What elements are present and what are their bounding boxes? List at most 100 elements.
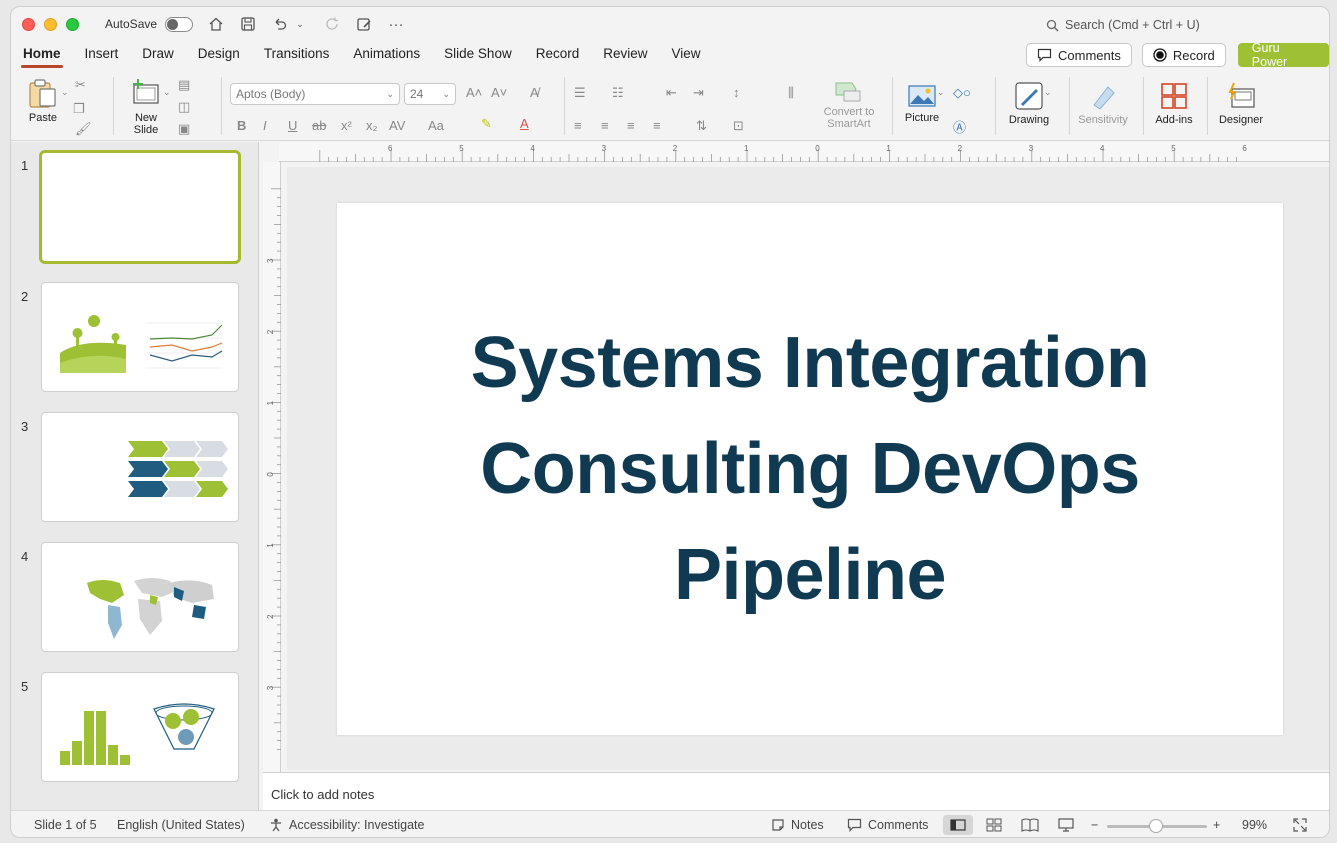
justify-icon[interactable]: ≡	[653, 118, 661, 133]
underline-button[interactable]: U	[288, 118, 297, 133]
increase-font-icon[interactable]: A˄	[466, 85, 482, 100]
picture-dropdown-icon[interactable]: ⌄	[937, 87, 945, 98]
zoom-slider-thumb[interactable]	[1149, 819, 1163, 833]
add-ins-button[interactable]: Add-ins	[1151, 81, 1197, 126]
text-box-icon[interactable]: Ⓐ	[953, 117, 966, 136]
slide-thumbnail-4[interactable]	[41, 542, 239, 652]
decrease-font-icon[interactable]: A˅	[491, 85, 507, 100]
font-size-select[interactable]: 24 ⌄	[404, 83, 456, 105]
paste-dropdown-icon[interactable]: ⌄	[61, 87, 69, 98]
undo-icon[interactable]	[271, 15, 289, 33]
shapes-icon[interactable]: ◇○	[953, 85, 971, 101]
customize-icon[interactable]	[355, 15, 373, 33]
redo-icon[interactable]	[323, 15, 341, 33]
tab-design[interactable]: Design	[186, 42, 252, 68]
slide-thumbnail-pane[interactable]: 1 2 3 4 5	[11, 142, 259, 810]
tab-view[interactable]: View	[660, 42, 713, 68]
reset-icon[interactable]: ◫	[178, 99, 190, 115]
slide-thumbnail-3[interactable]	[41, 412, 239, 522]
new-slide-dropdown-icon[interactable]: ⌄	[163, 87, 171, 98]
zoom-percent[interactable]: 99%	[1242, 818, 1267, 832]
align-center-icon[interactable]: ≡	[601, 118, 609, 133]
copy-icon[interactable]: ❐	[73, 101, 85, 117]
tab-slide-show[interactable]: Slide Show	[432, 42, 524, 68]
font-name-select[interactable]: Aptos (Body) ⌄	[230, 83, 400, 105]
comments-button[interactable]: Comments	[1026, 43, 1132, 67]
notes-pane[interactable]: Click to add notes	[263, 772, 1329, 810]
ribbon-separator	[564, 77, 565, 135]
highlight-icon[interactable]: ✎	[481, 116, 492, 132]
ribbon-toolbar: Paste ⌄ ✂ ❐ 🖌 New Slide ⌄ ▤ ◫ ▣ Aptos (B…	[11, 71, 1329, 141]
paste-button[interactable]: Paste	[23, 77, 63, 124]
autosave-label: AutoSave	[105, 17, 158, 31]
tab-insert[interactable]: Insert	[73, 42, 131, 68]
strikethrough-button[interactable]: ab	[312, 118, 326, 133]
tab-draw[interactable]: Draw	[130, 42, 186, 68]
tab-record[interactable]: Record	[524, 42, 592, 68]
tab-home[interactable]: Home	[11, 42, 73, 68]
layout-icon[interactable]: ▤	[178, 77, 190, 93]
decrease-indent-icon[interactable]: ⇤	[666, 85, 677, 101]
slide-editing-canvas[interactable]: Systems Integration Consulting DevOps Pi…	[287, 167, 1329, 770]
record-button[interactable]: Record	[1141, 43, 1226, 67]
numbering-icon[interactable]: ☷	[612, 85, 624, 101]
subscript-button[interactable]: x₂	[366, 118, 378, 133]
slide-show-button[interactable]	[1058, 818, 1074, 832]
comments-toggle-button[interactable]: Comments	[847, 818, 928, 832]
superscript-button[interactable]: x²	[341, 118, 352, 133]
font-color-icon[interactable]: A	[520, 116, 529, 131]
bullets-icon[interactable]: ☰	[574, 85, 586, 101]
format-painter-icon[interactable]: 🖌	[75, 121, 92, 137]
guru-power-button[interactable]: Guru Power	[1237, 41, 1329, 69]
slide-thumbnail-1[interactable]	[39, 150, 241, 264]
tab-animations[interactable]: Animations	[341, 42, 432, 68]
fit-to-window-button[interactable]	[1293, 818, 1307, 832]
search-box[interactable]: Search (Cmd + Ctrl + U)	[1046, 18, 1200, 32]
align-right-icon[interactable]: ≡	[627, 118, 635, 133]
align-text-icon[interactable]: ⊡	[733, 118, 744, 134]
cut-icon[interactable]: ✂	[75, 77, 86, 93]
bold-button[interactable]: B	[237, 118, 246, 133]
tab-review[interactable]: Review	[591, 42, 659, 68]
save-icon[interactable]	[239, 15, 257, 33]
normal-view-icon	[950, 819, 966, 831]
align-left-icon[interactable]: ≡	[574, 118, 582, 133]
drawing-dropdown-icon[interactable]: ⌄	[1044, 87, 1052, 98]
current-slide[interactable]: Systems Integration Consulting DevOps Pi…	[337, 203, 1283, 735]
reading-view-button[interactable]	[1021, 818, 1039, 832]
font-size-value: 24	[410, 87, 424, 101]
ruler-label: 4	[530, 144, 535, 153]
undo-dropdown-icon[interactable]: ⌄	[291, 15, 309, 33]
accessibility-status[interactable]: Accessibility: Investigate	[269, 818, 424, 832]
clear-formatting-icon[interactable]: A̸	[530, 85, 539, 100]
close-window-button[interactable]	[22, 17, 35, 31]
change-case-button[interactable]: Aa	[428, 118, 444, 133]
italic-button[interactable]: I	[263, 118, 267, 133]
slide-thumbnail-5[interactable]	[41, 672, 239, 782]
text-direction-icon[interactable]: ⇅	[696, 118, 707, 134]
zoom-in-button[interactable]: +	[1213, 818, 1220, 832]
convert-smartart-button[interactable]: Convert to SmartArt	[817, 79, 881, 130]
line-spacing-icon[interactable]: ↕	[733, 85, 740, 100]
slide-thumbnail-2[interactable]	[41, 282, 239, 392]
new-slide-button[interactable]: New Slide	[124, 77, 168, 136]
minimize-window-button[interactable]	[44, 17, 57, 31]
autosave-toggle[interactable]	[165, 16, 194, 32]
language-status[interactable]: English (United States)	[117, 818, 245, 832]
increase-indent-icon[interactable]: ⇥	[693, 85, 704, 101]
character-spacing-button[interactable]: AV	[389, 118, 405, 133]
home-icon[interactable]	[207, 15, 225, 33]
normal-view-button[interactable]	[943, 815, 973, 835]
tab-transitions[interactable]: Transitions	[252, 42, 342, 68]
slide-title-textbox[interactable]: Systems Integration Consulting DevOps Pi…	[410, 310, 1210, 628]
section-icon[interactable]: ▣	[178, 121, 190, 137]
designer-button[interactable]: Designer	[1213, 81, 1269, 126]
more-icon[interactable]: ···	[387, 15, 405, 33]
notes-toggle-button[interactable]: Notes	[771, 818, 824, 832]
columns-icon[interactable]: ⫼	[788, 85, 794, 101]
thumbnail-2-graphic	[60, 315, 223, 373]
slide-sorter-button[interactable]	[986, 818, 1002, 832]
sensitivity-button[interactable]: Sensitivity	[1075, 81, 1131, 126]
zoom-window-button[interactable]	[66, 17, 79, 31]
zoom-out-button[interactable]: −	[1091, 818, 1098, 832]
